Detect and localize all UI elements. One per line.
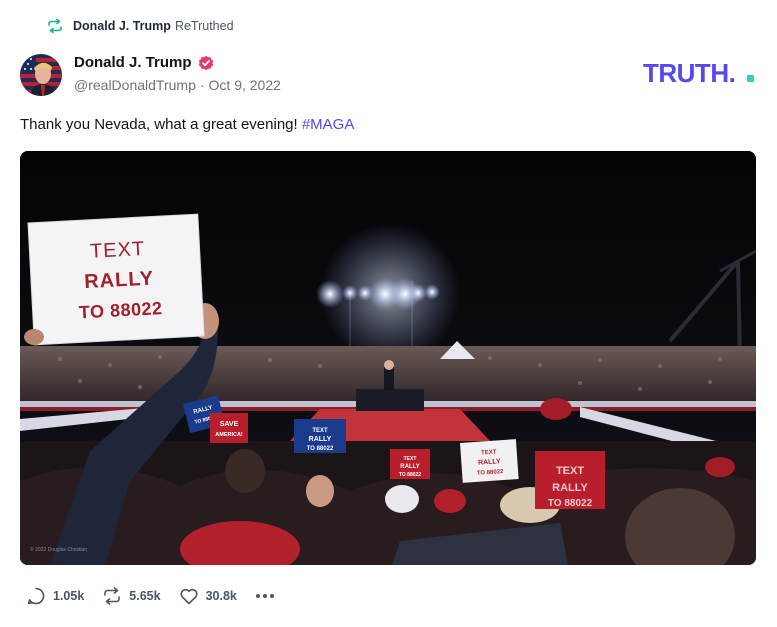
retruth-user-name[interactable]: Donald J. Trump	[73, 19, 171, 33]
sign-red-text: TEXT	[404, 456, 417, 462]
truth-logo[interactable]: TRUTH.	[643, 58, 759, 92]
like-count: 30.8k	[205, 589, 237, 603]
sign-blue-rally: RALLY	[309, 436, 332, 443]
retruth-count: 5.65k	[129, 589, 161, 603]
sign-red-right-text: TEXT	[556, 465, 584, 477]
sign-america: AMERICA!	[215, 432, 243, 438]
retruth-icon	[47, 19, 63, 33]
sign-red-rally: RALLY	[400, 464, 419, 470]
post-date[interactable]: Oct 9, 2022	[209, 77, 281, 93]
sign-red-number: TO 88022	[399, 472, 421, 478]
retruth-header: Donald J. Trump ReTruthed	[47, 19, 252, 33]
heart-icon	[179, 587, 199, 605]
sign-blue-text: TEXT	[312, 428, 328, 434]
sign-red-right-rally: RALLY	[552, 482, 588, 494]
reply-icon	[26, 586, 46, 606]
sign-main-rally: RALLY	[84, 267, 155, 293]
sign-blue-number: TO 88022	[307, 446, 334, 452]
post-image[interactable]: RALLY TO 88022 TEXT RALLY TO 88022 SAVE …	[20, 151, 756, 565]
logo-text: TRUTH.	[643, 58, 735, 88]
author-display-name[interactable]: Donald J. Trump	[74, 54, 192, 71]
meta-separator: ·	[199, 77, 205, 93]
retruth-button[interactable]: 5.65k	[102, 587, 161, 605]
post-body: Thank you Nevada, what a great evening!	[20, 116, 302, 133]
reply-button[interactable]: 1.05k	[26, 586, 84, 606]
like-button[interactable]: 30.8k	[179, 587, 237, 605]
verified-badge-icon	[198, 55, 214, 71]
author-block: Donald J. Trump @realDonaldTrump · Oct 9…	[74, 54, 281, 93]
sign-main-text: TEXT	[89, 238, 145, 263]
sign-white-text: TEXT	[481, 449, 497, 456]
sign-save: SAVE	[220, 421, 239, 428]
author-handle[interactable]: @realDonaldTrump	[74, 77, 196, 93]
hashtag-link[interactable]: #MAGA	[302, 116, 355, 133]
reply-count: 1.05k	[53, 589, 85, 603]
more-icon	[255, 593, 275, 599]
retruth-icon	[102, 587, 122, 605]
post-actions: 1.05k 5.65k 30.8k	[26, 586, 293, 606]
photo-credit: © 2022 Douglas Christian	[30, 546, 87, 553]
avatar[interactable]	[20, 54, 62, 96]
more-options-button[interactable]	[255, 593, 275, 599]
retruth-label: ReTruthed	[174, 19, 234, 33]
sign-red-right-number: TO 88022	[548, 498, 593, 509]
post-text: Thank you Nevada, what a great evening! …	[20, 116, 354, 133]
